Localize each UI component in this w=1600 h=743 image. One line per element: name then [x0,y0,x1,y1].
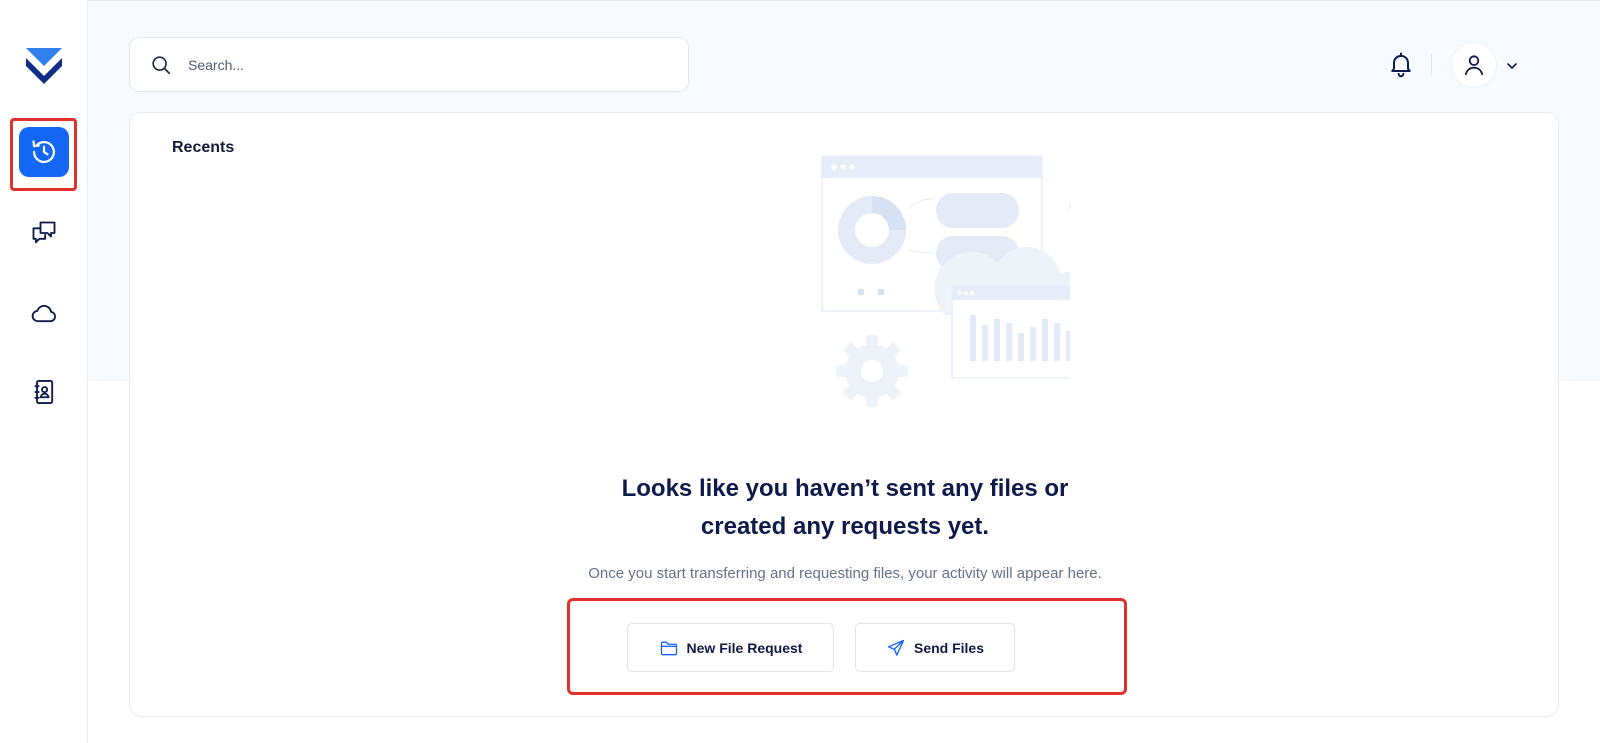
new-file-request-button[interactable]: New File Request [627,623,834,672]
empty-heading-line-2: created any requests yet. [700,513,990,540]
search-input[interactable] [188,49,668,80]
send-files-button[interactable]: Send Files [855,623,1015,672]
sidebar-item-cloud[interactable] [19,288,69,338]
sidebar-item-contacts[interactable] [19,367,69,417]
empty-heading-line-1: Looks like you haven’t sent any files or [621,475,1069,502]
new-file-request-label: New File Request [686,639,803,656]
search-bar [129,37,689,92]
folder-icon [660,641,677,655]
sidebar-item-recents[interactable] [19,127,69,177]
header-divider [1431,54,1432,76]
send-files-label: Send Files [913,639,985,656]
chat-icon [32,221,56,244]
send-icon [887,639,905,656]
app-root: Recents [0,0,1600,743]
cloud-icon [31,304,57,323]
sidebar [0,0,88,743]
empty-state-illustration [821,155,1070,407]
empty-state-heading: Looks like you haven’t sent any files or… [430,470,1260,546]
sidebar-item-messages[interactable] [19,208,69,258]
contacts-icon [34,379,54,405]
empty-state-subtitle: Once you start transferring and requesti… [588,565,1102,582]
recents-card: Recents Looks like you haven’t sent any … [129,112,1559,717]
app-logo[interactable] [26,46,62,84]
search-icon [152,55,171,74]
user-avatar[interactable] [1451,42,1497,88]
user-icon [1464,55,1484,76]
section-title: Recents [172,139,235,156]
history-icon [32,140,56,164]
notification-bell-icon[interactable] [1387,50,1415,78]
chevron-down-icon[interactable] [1504,58,1520,74]
